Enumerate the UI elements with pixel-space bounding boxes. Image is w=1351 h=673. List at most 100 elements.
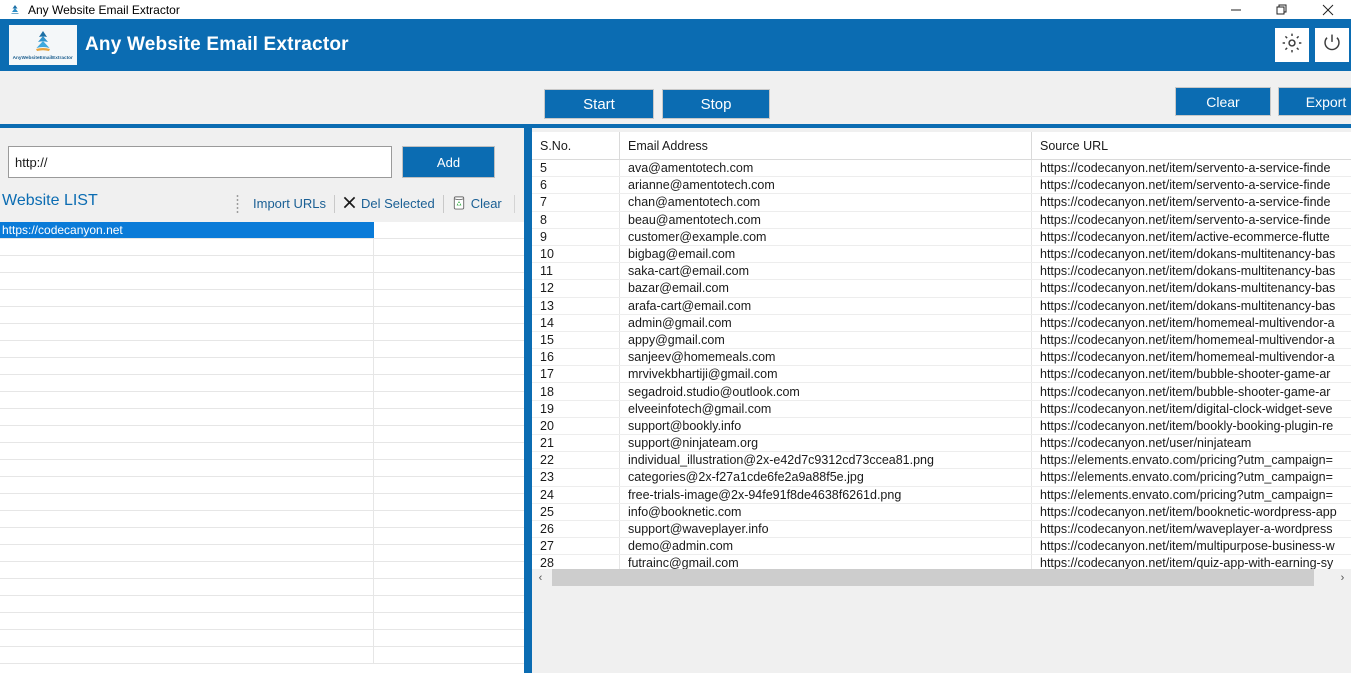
table-row[interactable]: 14admin@gmail.comhttps://codecanyon.net/… bbox=[532, 315, 1351, 332]
website-list-item[interactable] bbox=[0, 341, 524, 358]
table-row[interactable]: 19elveeinfotech@gmail.comhttps://codecan… bbox=[532, 401, 1351, 418]
results-panel: S.No. Email Address Source URL 5ava@amen… bbox=[532, 132, 1351, 673]
website-list-item[interactable] bbox=[0, 477, 524, 494]
scroll-right-arrow[interactable]: › bbox=[1334, 569, 1351, 586]
settings-button[interactable] bbox=[1275, 28, 1309, 62]
table-row[interactable]: 10bigbag@email.comhttps://codecanyon.net… bbox=[532, 246, 1351, 263]
table-row[interactable]: 24free-trials-image@2x-94fe91f8de4638f62… bbox=[532, 487, 1351, 504]
website-list-item[interactable] bbox=[0, 426, 524, 443]
table-row[interactable]: 15appy@gmail.comhttps://codecanyon.net/i… bbox=[532, 332, 1351, 349]
del-selected-label: Del Selected bbox=[361, 196, 435, 211]
table-row[interactable]: 17mrvivekbhartiji@gmail.comhttps://codec… bbox=[532, 366, 1351, 383]
website-list-item[interactable] bbox=[0, 409, 524, 426]
toolbar-grip[interactable] bbox=[236, 194, 239, 213]
website-list-item[interactable] bbox=[0, 579, 524, 596]
website-list-item-url bbox=[0, 477, 374, 493]
website-list-item[interactable] bbox=[0, 630, 524, 647]
table-row[interactable]: 22individual_illustration@2x-e42d7c9312c… bbox=[532, 452, 1351, 469]
cell-sno: 24 bbox=[532, 487, 620, 503]
table-row[interactable]: 26support@waveplayer.infohttps://codecan… bbox=[532, 521, 1351, 538]
table-row[interactable]: 7chan@amentotech.comhttps://codecanyon.n… bbox=[532, 194, 1351, 211]
table-row[interactable]: 12bazar@email.comhttps://codecanyon.net/… bbox=[532, 280, 1351, 297]
export-button[interactable]: Export bbox=[1278, 87, 1351, 116]
website-list-item[interactable] bbox=[0, 273, 524, 290]
cell-source-url: https://codecanyon.net/item/bubble-shoot… bbox=[1032, 383, 1351, 399]
website-list-item[interactable] bbox=[0, 511, 524, 528]
website-list-item[interactable] bbox=[0, 443, 524, 460]
table-row[interactable]: 21support@ninjateam.orghttps://codecanyo… bbox=[532, 435, 1351, 452]
maximize-button[interactable] bbox=[1259, 0, 1305, 19]
recycle-bin-icon bbox=[452, 195, 466, 213]
website-list-item[interactable] bbox=[0, 239, 524, 256]
column-header-email[interactable]: Email Address bbox=[620, 132, 1032, 159]
cell-source-url: https://codecanyon.net/item/waveplayer-a… bbox=[1032, 521, 1351, 537]
website-list-item[interactable] bbox=[0, 494, 524, 511]
table-row[interactable]: 5ava@amentotech.comhttps://codecanyon.ne… bbox=[532, 160, 1351, 177]
website-list-item[interactable] bbox=[0, 613, 524, 630]
website-list-item[interactable] bbox=[0, 324, 524, 341]
website-list-item-extra bbox=[374, 392, 524, 408]
power-button[interactable] bbox=[1315, 28, 1349, 62]
stop-button[interactable]: Stop bbox=[662, 89, 770, 119]
website-list-item[interactable] bbox=[0, 256, 524, 273]
table-row[interactable]: 9customer@example.comhttps://codecanyon.… bbox=[532, 229, 1351, 246]
cell-email: chan@amentotech.com bbox=[620, 194, 1032, 210]
website-list-item[interactable] bbox=[0, 460, 524, 477]
scrollbar-track[interactable] bbox=[549, 569, 1334, 586]
cell-sno: 5 bbox=[532, 160, 620, 176]
table-row[interactable]: 18segadroid.studio@outlook.comhttps://co… bbox=[532, 383, 1351, 400]
table-row[interactable]: 13arafa-cart@email.comhttps://codecanyon… bbox=[532, 298, 1351, 315]
table-row[interactable]: 11saka-cart@email.comhttps://codecanyon.… bbox=[532, 263, 1351, 280]
cell-sno: 28 bbox=[532, 555, 620, 569]
clear-results-button[interactable]: Clear bbox=[1175, 87, 1271, 116]
website-list-item-extra bbox=[374, 239, 524, 255]
power-icon bbox=[1321, 32, 1343, 59]
website-list-item[interactable] bbox=[0, 647, 524, 664]
app-logo-icon bbox=[4, 0, 26, 19]
cell-email: support@bookly.info bbox=[620, 418, 1032, 434]
website-list-item-extra bbox=[374, 545, 524, 561]
cell-source-url: https://codecanyon.net/item/dokans-multi… bbox=[1032, 263, 1351, 279]
website-list-item-extra bbox=[374, 358, 524, 374]
website-list-item[interactable] bbox=[0, 562, 524, 579]
website-list-item[interactable] bbox=[0, 290, 524, 307]
website-list-item[interactable] bbox=[0, 392, 524, 409]
cell-source-url: https://codecanyon.net/item/multipurpose… bbox=[1032, 538, 1351, 554]
website-list-item[interactable] bbox=[0, 375, 524, 392]
cell-email: arafa-cart@email.com bbox=[620, 298, 1032, 314]
del-selected-button[interactable]: Del Selected bbox=[337, 193, 441, 214]
website-list-item[interactable] bbox=[0, 358, 524, 375]
scroll-left-arrow[interactable]: ‹ bbox=[532, 569, 549, 586]
import-urls-button[interactable]: Import URLs bbox=[247, 193, 332, 214]
cell-source-url: https://codecanyon.net/item/servento-a-s… bbox=[1032, 212, 1351, 228]
website-list-item[interactable] bbox=[0, 596, 524, 613]
website-list-item[interactable] bbox=[0, 528, 524, 545]
website-list-item[interactable] bbox=[0, 307, 524, 324]
clear-list-button[interactable]: Clear bbox=[446, 193, 508, 214]
table-row[interactable]: 25info@booknetic.comhttps://codecanyon.n… bbox=[532, 504, 1351, 521]
table-row[interactable]: 20support@bookly.infohttps://codecanyon.… bbox=[532, 418, 1351, 435]
website-list-item[interactable] bbox=[0, 545, 524, 562]
close-x-icon bbox=[343, 196, 356, 212]
start-button[interactable]: Start bbox=[544, 89, 654, 119]
cell-sno: 9 bbox=[532, 229, 620, 245]
url-input[interactable] bbox=[8, 146, 392, 178]
website-list-item[interactable]: https://codecanyon.net bbox=[0, 222, 524, 239]
table-row[interactable]: 27demo@admin.comhttps://codecanyon.net/i… bbox=[532, 538, 1351, 555]
table-row[interactable]: 23categories@2x-f27a1cde6fe2a9a88f5e.jpg… bbox=[532, 469, 1351, 486]
add-url-button[interactable]: Add bbox=[402, 146, 495, 178]
minimize-button[interactable] bbox=[1213, 0, 1259, 19]
website-list-grid[interactable]: https://codecanyon.net bbox=[0, 222, 524, 673]
column-header-sno[interactable]: S.No. bbox=[532, 132, 620, 159]
toolbar-separator bbox=[334, 195, 335, 213]
scrollbar-thumb[interactable] bbox=[552, 569, 1314, 586]
column-header-url[interactable]: Source URL bbox=[1032, 132, 1351, 159]
website-list-item-extra bbox=[374, 256, 524, 272]
close-button[interactable] bbox=[1305, 0, 1351, 19]
table-row[interactable]: 8beau@amentotech.comhttps://codecanyon.n… bbox=[532, 212, 1351, 229]
table-row[interactable]: 6arianne@amentotech.comhttps://codecanyo… bbox=[532, 177, 1351, 194]
table-row[interactable]: 28futrainc@gmail.comhttps://codecanyon.n… bbox=[532, 555, 1351, 569]
website-list-item-url bbox=[0, 443, 374, 459]
table-row[interactable]: 16sanjeev@homemeals.comhttps://codecanyo… bbox=[532, 349, 1351, 366]
results-horizontal-scrollbar[interactable]: ‹ › bbox=[532, 569, 1351, 586]
